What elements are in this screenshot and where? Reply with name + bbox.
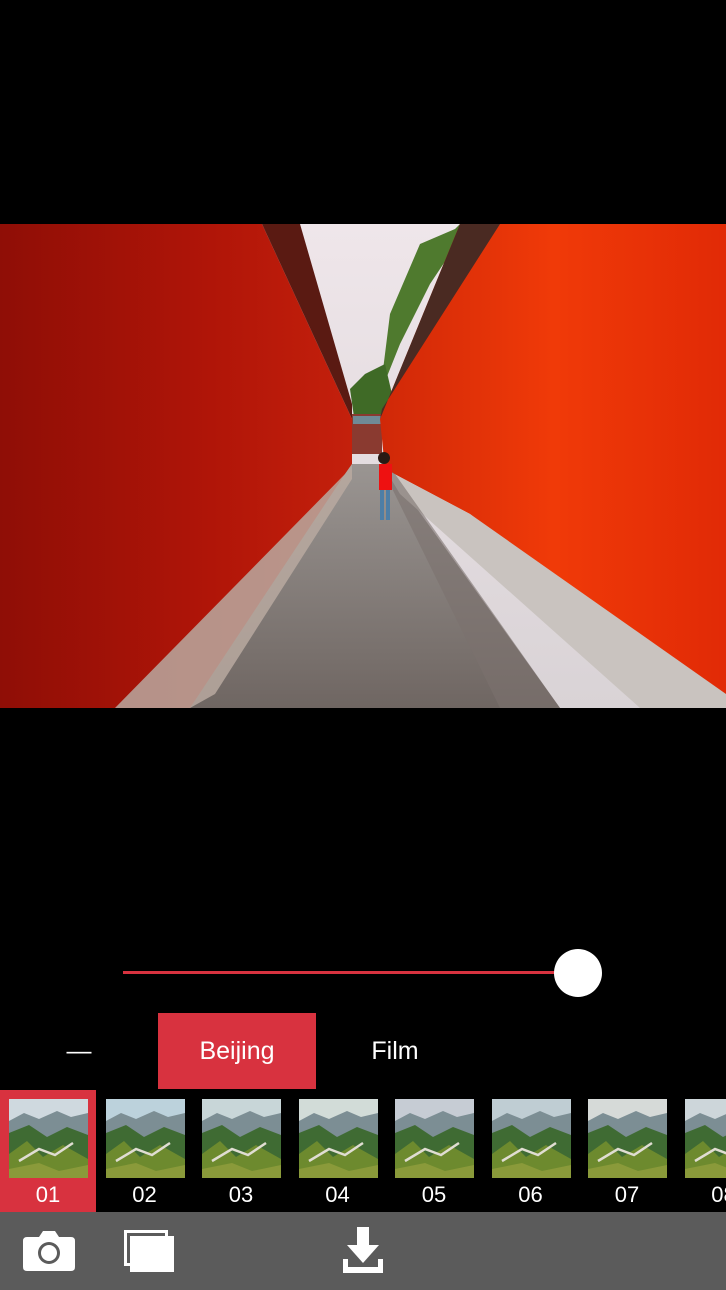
tab-none[interactable]: —	[0, 1013, 158, 1089]
preset-number: 05	[421, 1182, 447, 1207]
preset-thumbnail	[588, 1099, 667, 1178]
preset-number: 08	[711, 1182, 726, 1207]
preset-number: 04	[325, 1182, 350, 1207]
preset-02[interactable]: 02	[97, 1090, 193, 1212]
slider-thumb[interactable]	[554, 949, 603, 997]
photo-image	[0, 224, 726, 708]
preset-thumbnail	[491, 1099, 571, 1178]
preset-thumbnail	[9, 1099, 88, 1178]
preset-strip: 01 02 03 04 05 06 07 08	[0, 1090, 726, 1212]
camera-button[interactable]	[18, 1212, 80, 1290]
photo-library-button[interactable]	[120, 1212, 178, 1290]
preset-thumbnail	[395, 1099, 474, 1178]
camera-icon	[23, 1231, 75, 1271]
preset-05[interactable]: 05	[386, 1090, 482, 1212]
tab-film-label: Film	[371, 1036, 419, 1065]
preset-thumbnail	[105, 1099, 185, 1178]
preset-06[interactable]: 06	[483, 1090, 579, 1212]
preset-number: 01	[35, 1182, 61, 1207]
preset-07[interactable]: 07	[579, 1090, 675, 1212]
preset-thumbnail	[684, 1099, 726, 1178]
download-icon	[343, 1227, 383, 1273]
photo-preview	[0, 224, 726, 708]
tab-none-label: —	[66, 1036, 92, 1065]
preset-number: 06	[518, 1182, 543, 1207]
tab-beijing-label: Beijing	[199, 1036, 275, 1065]
preset-thumbnail	[202, 1099, 281, 1178]
preset-number: 03	[228, 1182, 254, 1207]
preset-thumbnail	[298, 1099, 378, 1178]
intensity-slider[interactable]	[123, 948, 605, 998]
preset-08[interactable]: 08	[676, 1090, 726, 1212]
filter-category-tabs: — Beijing Film	[0, 1013, 726, 1089]
preset-number: 02	[132, 1182, 157, 1207]
preset-01[interactable]: 01	[0, 1090, 96, 1212]
tab-beijing[interactable]: Beijing	[158, 1013, 316, 1089]
preset-04[interactable]: 04	[290, 1090, 386, 1212]
photo-library-icon	[124, 1230, 174, 1272]
preset-03[interactable]: 03	[193, 1090, 289, 1212]
save-button[interactable]	[334, 1212, 392, 1290]
preset-number: 07	[614, 1182, 640, 1207]
slider-track-fill	[123, 971, 579, 974]
tab-film[interactable]: Film	[316, 1013, 474, 1089]
bottom-toolbar	[0, 1212, 726, 1290]
